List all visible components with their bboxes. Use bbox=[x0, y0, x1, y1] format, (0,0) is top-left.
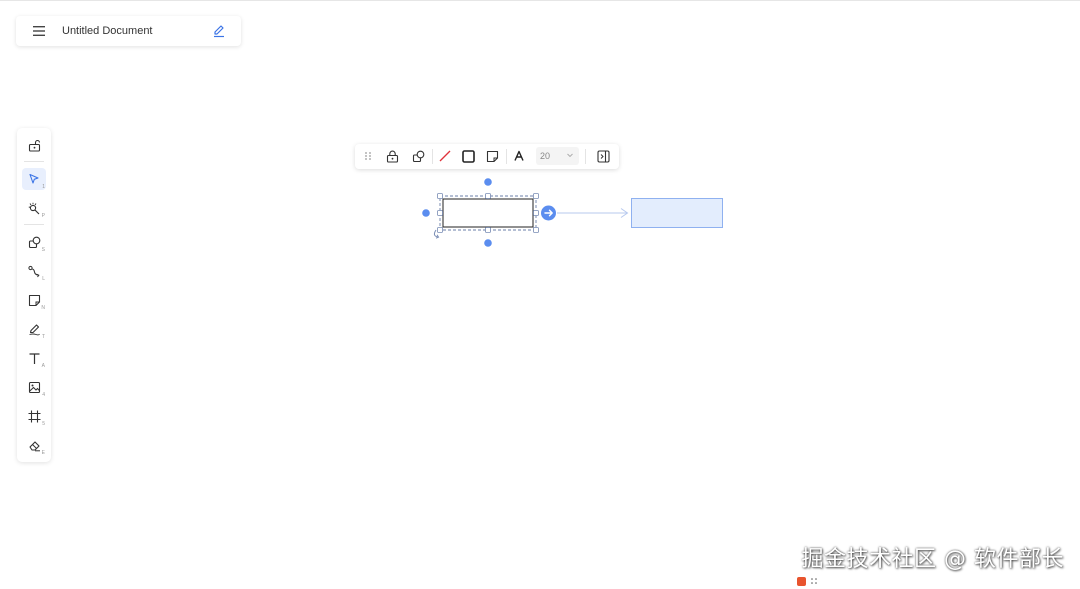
preview-target-shape[interactable] bbox=[631, 198, 723, 228]
resize-handle-s[interactable] bbox=[485, 227, 491, 233]
watermark-text: 掘金技术社区 @ 软件部长 bbox=[801, 547, 1064, 572]
tray-dots-icon[interactable] bbox=[810, 576, 818, 586]
resize-handle-se[interactable] bbox=[533, 227, 539, 233]
resize-handle-n[interactable] bbox=[485, 193, 491, 199]
system-tray bbox=[797, 576, 818, 586]
connect-point-bottom[interactable] bbox=[484, 239, 492, 247]
resize-handle-e[interactable] bbox=[533, 210, 539, 216]
quick-connect-button[interactable] bbox=[541, 205, 556, 221]
resize-handle-sw[interactable] bbox=[437, 227, 443, 233]
connect-point-left[interactable] bbox=[422, 209, 430, 217]
resize-handle-nw[interactable] bbox=[437, 193, 443, 199]
canvas[interactable] bbox=[0, 1, 1080, 589]
app-tray-icon[interactable] bbox=[797, 576, 806, 586]
resize-handle-ne[interactable] bbox=[533, 193, 539, 199]
connect-point-top[interactable] bbox=[484, 178, 492, 186]
selected-rectangle-shape[interactable] bbox=[442, 198, 534, 228]
resize-handle-w[interactable] bbox=[437, 210, 443, 216]
